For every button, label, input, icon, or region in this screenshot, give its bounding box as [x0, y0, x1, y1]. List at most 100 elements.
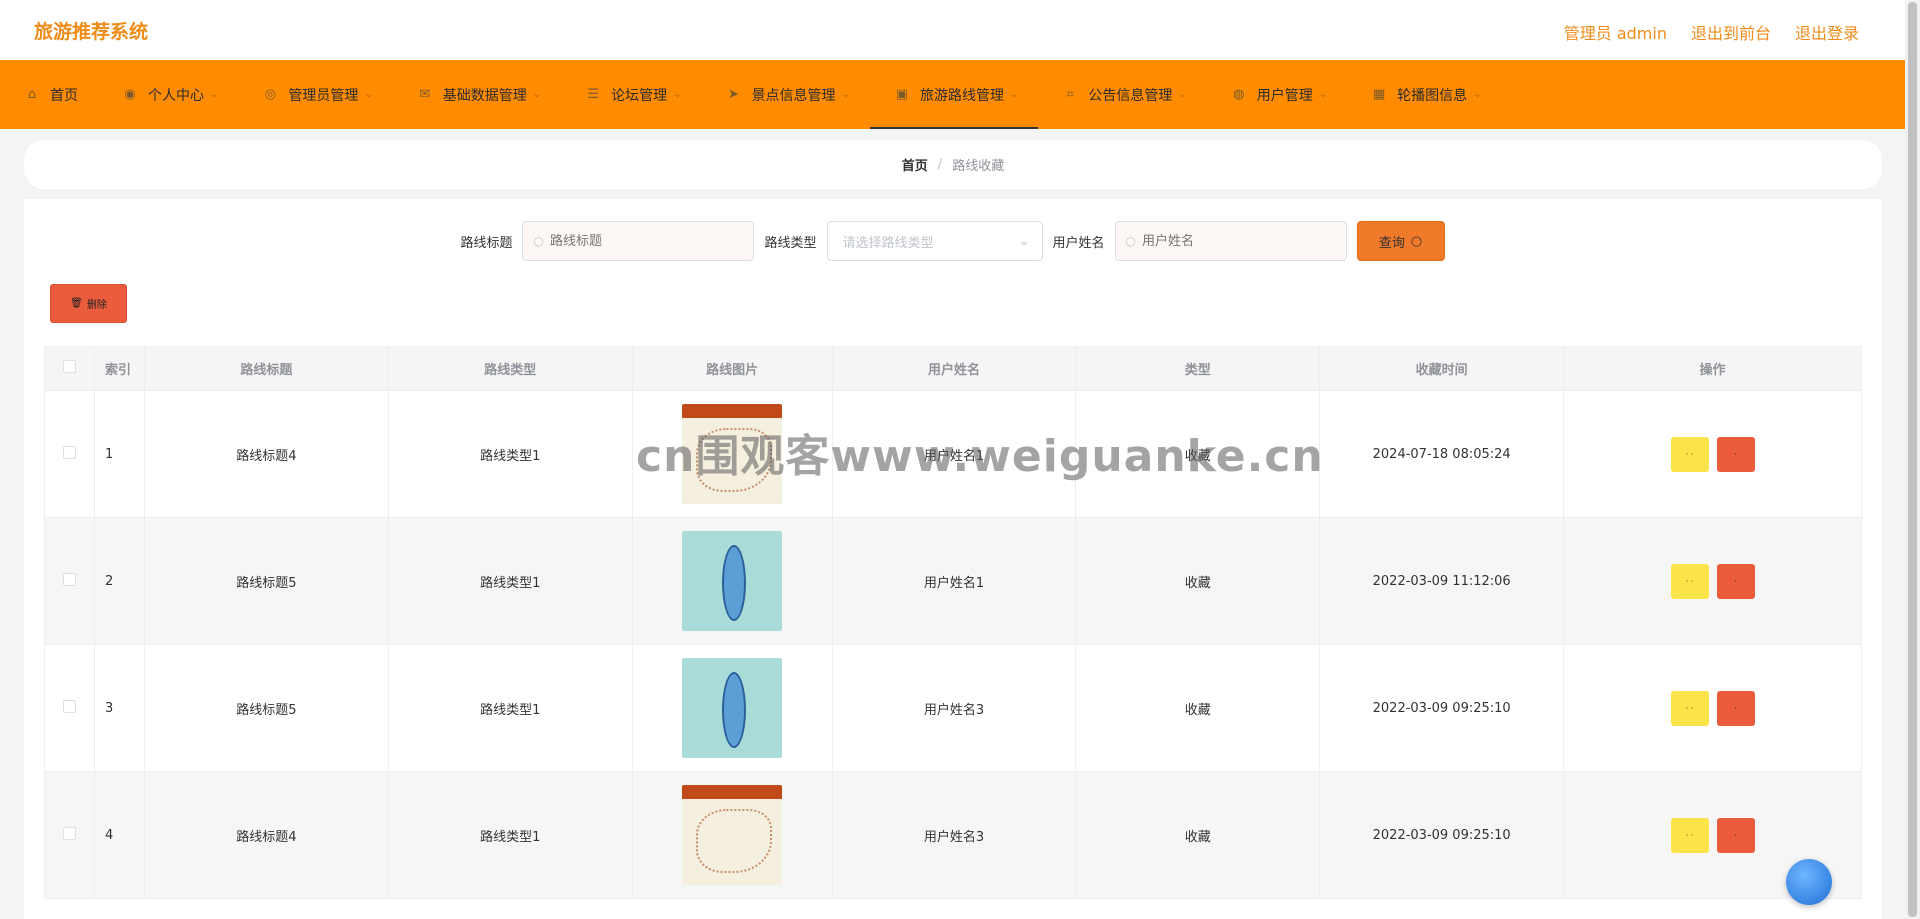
favorite-time-cell: 2024-07-18 08:05:24	[1319, 390, 1565, 518]
row-select-cell[interactable]	[44, 517, 95, 645]
view-button[interactable]: · ·	[1670, 817, 1709, 853]
route-map-image	[682, 785, 783, 885]
nav-item-label: 论坛管理	[611, 87, 668, 104]
select-all-checkbox[interactable]	[62, 360, 76, 373]
route-title-field[interactable]: ○	[522, 221, 755, 261]
nav-item-label: 个人中心	[148, 87, 204, 104]
delete-row-button[interactable]: ·	[1716, 817, 1755, 853]
row-checkbox[interactable]	[62, 826, 76, 840]
route-map-image	[682, 531, 783, 631]
route-type-cell: 路线类型1	[387, 517, 633, 645]
nav-item-4[interactable]: ☰ 论坛管理 ⌄	[583, 60, 701, 129]
nav-item-7[interactable]: ⌗ 公告信息管理 ⌄	[1060, 60, 1206, 129]
search-icon: ○	[533, 234, 544, 248]
breadcrumb-home[interactable]: 首页	[902, 155, 928, 174]
breadcrumb-current: 路线收藏	[952, 159, 1005, 174]
nav-item-label: 管理员管理	[288, 87, 359, 104]
home-icon: ⌂	[27, 87, 37, 102]
nav-item-label: 景点信息管理	[751, 87, 836, 104]
row-select-cell[interactable]	[44, 771, 95, 899]
page-scrollbar[interactable]	[1905, 0, 1920, 919]
route-title-cell: 路线标题4	[143, 390, 389, 518]
nav-item-8[interactable]: ◍ 用户管理 ⌄	[1229, 60, 1347, 129]
nav-item-label: 公告信息管理	[1088, 87, 1173, 104]
column-header: 用户姓名	[831, 346, 1077, 391]
admin-account-link[interactable]: 管理员 admin	[1564, 20, 1667, 44]
logout-link[interactable]: 退出登录	[1795, 20, 1859, 44]
user-name-cell: 用户姓名3	[831, 644, 1077, 772]
table-header-row: 索引 路线标题 路线类型 路线图片 用户姓名 类型 收藏时间 操作	[44, 346, 1862, 391]
scrollbar-thumb[interactable]	[1908, 2, 1917, 917]
breadcrumb-separator: /	[937, 157, 943, 172]
route-type-select[interactable]: 请选择路线类型 ⌄	[826, 221, 1043, 261]
nav-item-5[interactable]: ➤ 景点信息管理 ⌄	[724, 60, 870, 129]
table-row: 3 路线标题5 路线类型1 用户姓名3 收藏 2022-03-09 09:25:10 · ·…	[44, 644, 1862, 772]
query-button-label: 查询	[1378, 235, 1405, 251]
nav-item-0[interactable]: ⌂ 首页	[22, 60, 98, 129]
crop-icon: ⌗	[1066, 87, 1074, 102]
index-cell: 3	[93, 644, 145, 772]
row-checkbox[interactable]	[62, 445, 76, 459]
user-icon: ◉	[124, 87, 136, 102]
select-all-cell[interactable]	[44, 346, 95, 391]
breadcrumb: 首页 / 路线收藏	[24, 140, 1882, 189]
table-row: 2 路线标题5 路线类型1 用户姓名1 收藏 2022-03-09 11:12:06 · ·…	[44, 517, 1862, 645]
favorites-table: 索引 路线标题 路线类型 路线图片 用户姓名 类型 收藏时间 操作 1 路线标题4…	[44, 346, 1862, 899]
top-header: 旅游推荐系统 管理员 admin 退出到前台 退出登录	[0, 0, 1905, 60]
row-checkbox[interactable]	[62, 572, 76, 586]
view-button[interactable]: · ·	[1670, 690, 1709, 726]
row-checkbox[interactable]	[62, 699, 76, 713]
view-button[interactable]: · ·	[1670, 436, 1709, 472]
favorite-time-cell: 2022-03-09 09:25:10	[1319, 644, 1565, 772]
column-header: 路线图片	[631, 346, 833, 391]
nav-item-label: 旅游路线管理	[919, 87, 1004, 104]
delete-button-label: 删除	[86, 300, 107, 311]
grid-icon: ▦	[1372, 87, 1386, 102]
user-name-cell: 用户姓名1	[831, 517, 1077, 645]
nav-item-label: 基础数据管理	[442, 87, 527, 104]
table-row: 1 路线标题4 路线类型1 用户姓名1 收藏 2024-07-18 08:05:24 · ·…	[44, 390, 1862, 518]
search-icon: ○	[1410, 233, 1423, 249]
chevron-down-icon: ⌄	[532, 89, 542, 100]
row-select-cell[interactable]	[44, 644, 95, 772]
row-select-cell[interactable]	[44, 390, 95, 518]
nav-item-9[interactable]: ▦ 轮播图信息 ⌄	[1369, 60, 1501, 129]
search-icon: ○	[1125, 234, 1136, 248]
route-image-cell	[631, 517, 833, 645]
kind-cell: 收藏	[1075, 390, 1321, 518]
query-button[interactable]: 查询 ○	[1356, 221, 1445, 261]
batch-delete-button[interactable]: 🗑 删除	[50, 284, 127, 323]
column-header: 索引	[93, 346, 145, 391]
nav-item-label: 用户管理	[1256, 87, 1313, 104]
index-cell: 4	[93, 771, 145, 899]
header-links: 管理员 admin 退出到前台 退出登录	[1564, 20, 1859, 44]
nav-item-2[interactable]: ◎ 管理员管理 ⌄	[260, 60, 392, 129]
actions-cell: · · ·	[1563, 390, 1862, 518]
route-map-image	[682, 658, 783, 758]
nav-item-6[interactable]: ▣ 旅游路线管理 ⌄	[869, 60, 1039, 129]
trash-icon: 🗑	[70, 298, 83, 309]
column-header: 类型	[1075, 346, 1321, 391]
route-type-label: 路线类型	[764, 235, 817, 251]
route-title-label: 路线标题	[460, 235, 513, 251]
index-cell: 1	[93, 390, 145, 518]
user-name-label: 用户姓名	[1052, 235, 1105, 251]
floating-assistant-button[interactable]	[1786, 859, 1832, 905]
nav-item-3[interactable]: ✉ 基础数据管理 ⌄	[415, 60, 561, 129]
favorite-time-cell: 2022-03-09 11:12:06	[1319, 517, 1565, 645]
actions-cell: · · ·	[1563, 517, 1862, 645]
list-icon: ☰	[587, 87, 599, 102]
exit-to-frontend-link[interactable]: 退出到前台	[1691, 20, 1771, 44]
route-title-cell: 路线标题4	[143, 771, 389, 899]
delete-row-button[interactable]: ·	[1716, 563, 1755, 599]
user-name-field[interactable]: ○	[1114, 221, 1347, 261]
nav-item-1[interactable]: ◉ 个人中心 ⌄	[120, 60, 238, 129]
chevron-down-icon: ⌄	[841, 89, 850, 100]
chevron-down-icon: ⌄	[1318, 89, 1328, 100]
route-title-input[interactable]	[549, 233, 730, 249]
column-header: 操作	[1563, 346, 1862, 391]
delete-row-button[interactable]: ·	[1716, 436, 1755, 472]
view-button[interactable]: · ·	[1670, 563, 1709, 599]
user-name-input[interactable]	[1142, 233, 1322, 249]
delete-row-button[interactable]: ·	[1716, 690, 1755, 726]
